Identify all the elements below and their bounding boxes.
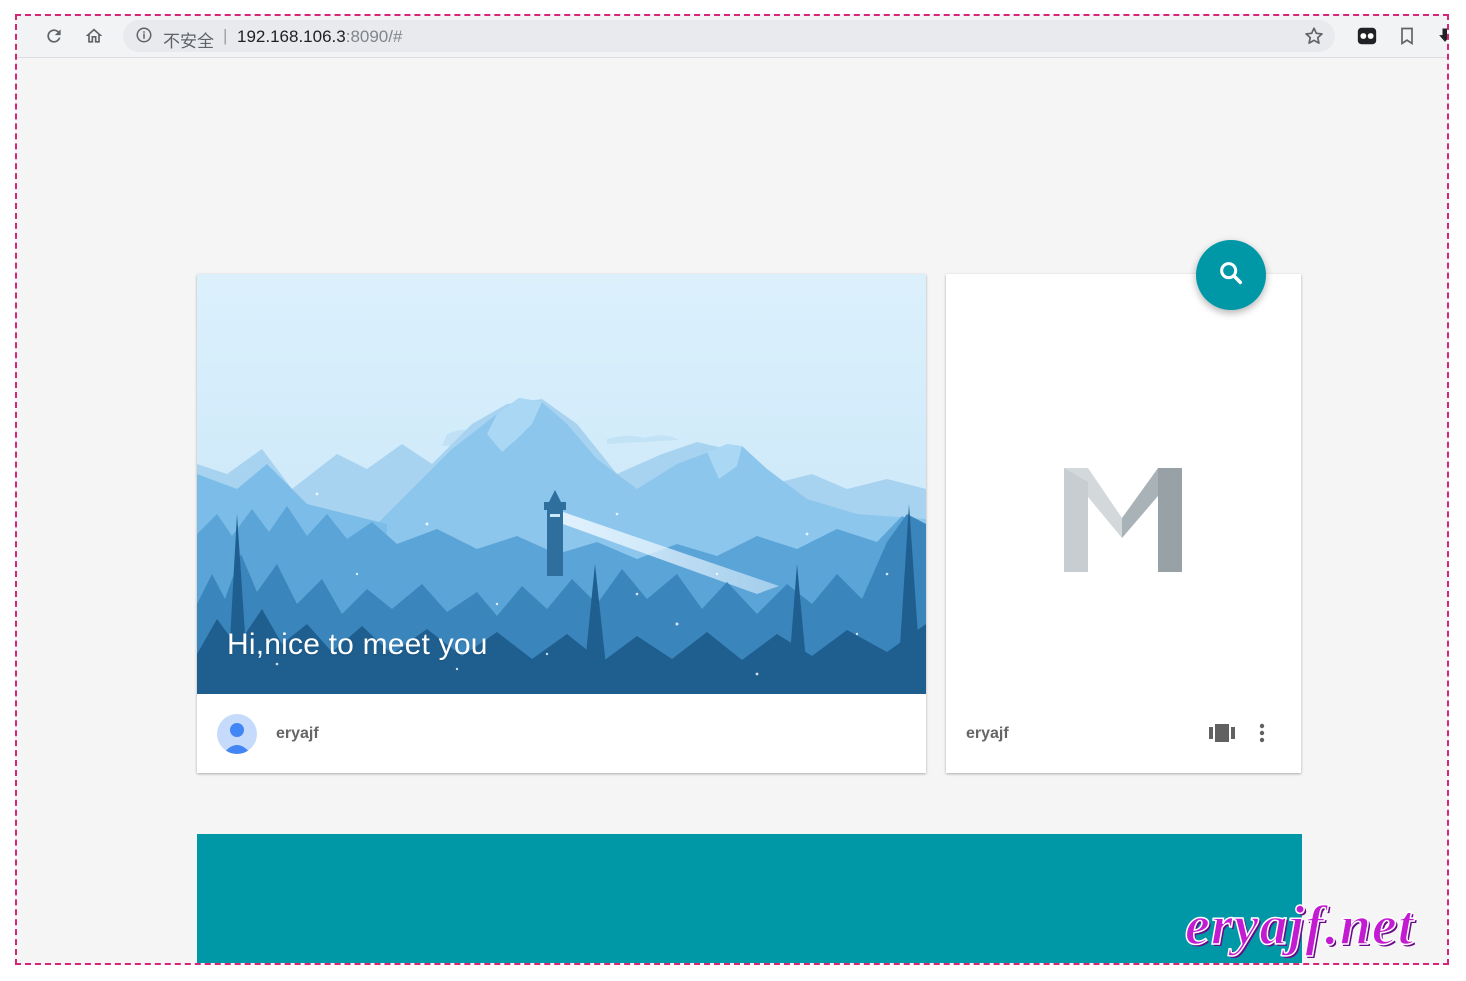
- hero-greeting: Hi,nice to meet you: [227, 628, 488, 661]
- search-icon: [1217, 259, 1245, 292]
- bookmark-icon[interactable]: [1393, 22, 1421, 50]
- side-author: eryajf: [966, 725, 1009, 742]
- url-rest: :8090/#: [345, 27, 403, 46]
- url-text: 192.168.106.3:8090/#: [237, 27, 402, 47]
- download-icon[interactable]: [1431, 22, 1447, 50]
- more-vert-icon[interactable]: [1250, 721, 1274, 750]
- teal-banner: [197, 834, 1302, 963]
- side-card[interactable]: eryajf: [946, 274, 1301, 773]
- url-separator: |: [223, 26, 228, 45]
- search-fab[interactable]: [1196, 240, 1266, 310]
- address-bar[interactable]: 不安全 | 192.168.106.3:8090/#: [123, 20, 1335, 52]
- reload-icon[interactable]: [39, 21, 69, 51]
- watermark: eryajf.net: [1184, 894, 1415, 958]
- carousel-icon[interactable]: [1208, 721, 1236, 750]
- extension-icon[interactable]: [1353, 22, 1381, 50]
- bookmark-star-icon[interactable]: [1303, 25, 1325, 52]
- security-label: 不安全: [163, 32, 214, 51]
- hero-card-footer: eryajf: [197, 694, 926, 773]
- avatar[interactable]: [217, 714, 257, 754]
- home-icon[interactable]: [79, 21, 109, 51]
- browser-toolbar: 不安全 | 192.168.106.3:8090/#: [17, 16, 1447, 58]
- m-logo: [1064, 468, 1182, 577]
- hero-author: eryajf: [276, 725, 319, 742]
- hero-card[interactable]: Hi,nice to meet you eryajf: [197, 274, 926, 773]
- screenshot-frame: 不安全 | 192.168.106.3:8090/# Hi,nice to me…: [15, 14, 1449, 965]
- info-icon[interactable]: [135, 26, 153, 49]
- url-host: 192.168.106.3: [237, 27, 346, 46]
